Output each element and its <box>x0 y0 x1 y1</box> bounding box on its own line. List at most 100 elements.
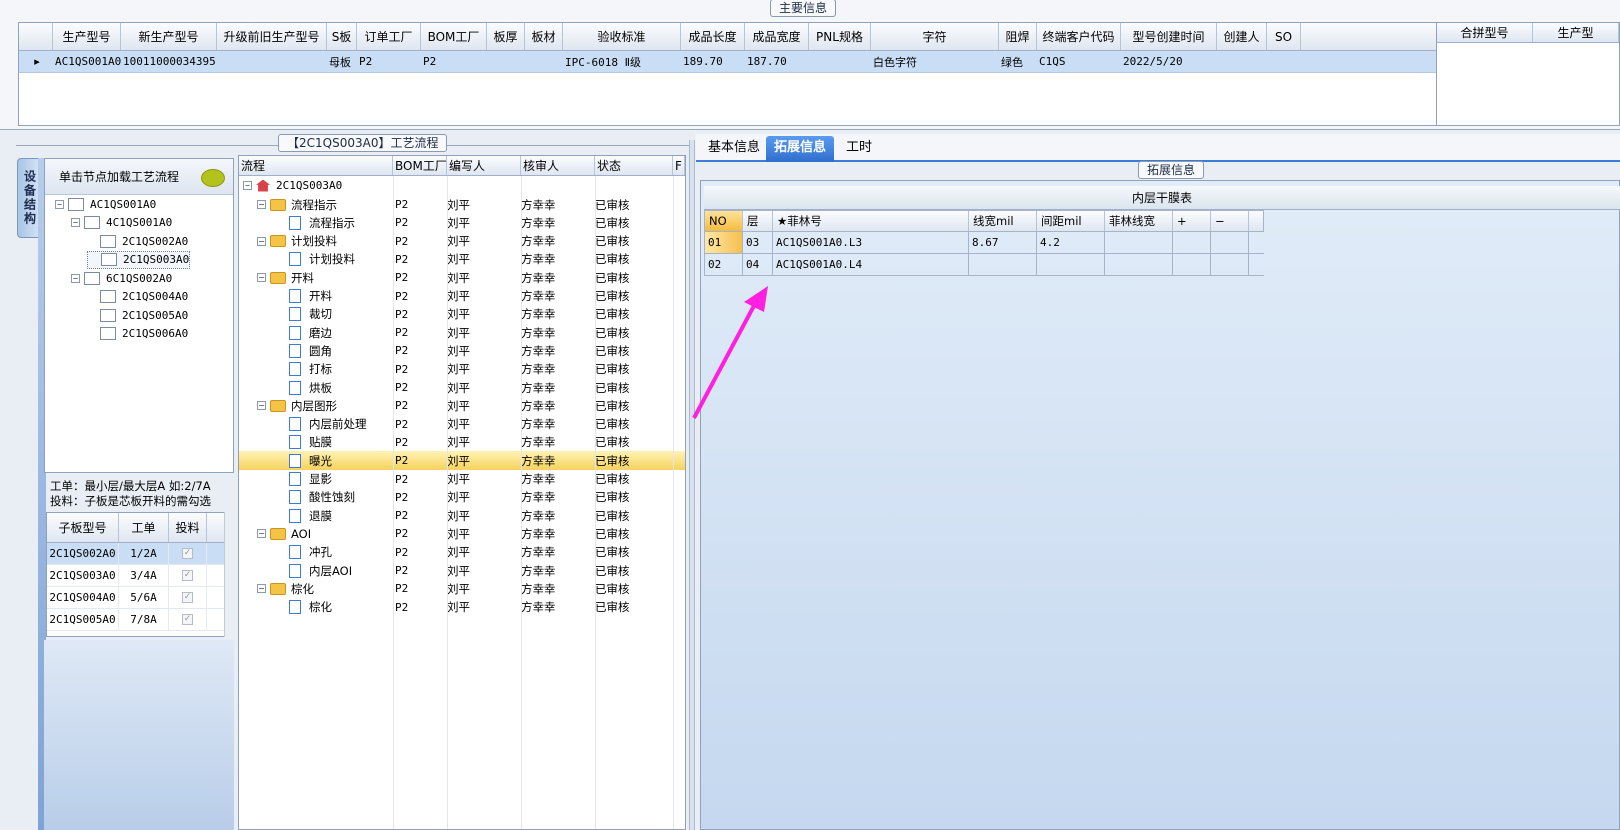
main-cell[interactable]: C1QS <box>1037 51 1121 72</box>
sub-cell[interactable]: 7/8A <box>119 609 169 630</box>
feed-checkbox[interactable]: ✓ <box>182 570 193 581</box>
main-col-header[interactable]: 升级前旧生产型号 <box>217 23 327 50</box>
flow-row[interactable]: 烘板 P2 刘平 方幸幸 已审核 <box>239 378 685 397</box>
main-col-header[interactable]: S板 <box>327 23 357 50</box>
main-cell[interactable]: 绿色 <box>999 51 1037 72</box>
flow-row[interactable]: 曝光 P2 刘平 方幸幸 已审核 <box>239 451 685 471</box>
vertical-splitter[interactable] <box>689 140 695 830</box>
flow-root-row[interactable]: − 2C1QS003A0 <box>239 176 685 195</box>
sub-col-header[interactable]: 工单 <box>119 513 169 542</box>
main-cell[interactable]: 189.70 <box>681 51 745 72</box>
collapse-icon[interactable]: − <box>71 273 80 283</box>
sub-cell[interactable]: 2C1QS003A0 <box>47 565 119 586</box>
merge-col-header[interactable]: 合拼型号 <box>1437 23 1533 42</box>
main-col-header[interactable]: 新生产型号 <box>121 23 217 50</box>
main-col-header[interactable]: 成品宽度 <box>745 23 809 50</box>
collapse-icon[interactable]: − <box>55 199 64 209</box>
sub-col-header[interactable]: 子板型号 <box>47 513 119 542</box>
film-col-header[interactable]: NO <box>705 211 743 231</box>
film-cell[interactable] <box>1173 232 1211 253</box>
flow-row[interactable]: − 计划投料 P2 刘平 方幸幸 已审核 <box>239 232 685 251</box>
film-cell[interactable] <box>1105 232 1173 253</box>
film-col-header[interactable]: 菲林线宽 <box>1105 211 1173 231</box>
sub-board-grid[interactable]: 子板型号 工单 投料 2C1QS002A0 1/2A ✓ 2C1QS003A0 3/4A… <box>46 512 232 637</box>
tab-basic-info[interactable]: 基本信息 <box>700 136 768 162</box>
main-col-header[interactable]: 验收标准 <box>563 23 681 50</box>
main-cell[interactable]: 母板 <box>327 51 357 72</box>
device-tree-node[interactable]: − 6C1QS002A0 <box>71 269 172 287</box>
collapse-icon[interactable]: − <box>257 273 266 283</box>
sub-cell[interactable]: 2C1QS002A0 <box>47 543 119 564</box>
flow-row[interactable]: 裁切 P2 刘平 方幸幸 已审核 <box>239 305 685 324</box>
film-grid-row[interactable]: 01 03 AC1QS001A0.L3 8.67 4.2 <box>704 232 1264 254</box>
film-cell[interactable] <box>1037 254 1105 275</box>
film-col-header[interactable]: − <box>1211 211 1249 231</box>
main-cell[interactable]: P2 <box>357 51 421 72</box>
film-col-header[interactable]: 层 <box>743 211 773 231</box>
flow-col-header[interactable]: 状态 <box>595 156 673 175</box>
flow-row[interactable]: 退膜 P2 刘平 方幸幸 已审核 <box>239 506 685 525</box>
film-cell[interactable]: 02 <box>705 254 743 275</box>
collapse-icon[interactable]: − <box>243 181 252 190</box>
sub-cell[interactable]: 1/2A <box>119 543 169 564</box>
main-info-grid[interactable]: 生产型号 新生产型号 升级前旧生产型号 S板 订单工厂 BOM工厂 板厚 板材 验收标准 成品长度… <box>18 22 1438 126</box>
main-col-header[interactable]: 字符 <box>871 23 999 50</box>
flow-row[interactable]: − AOI P2 刘平 方幸幸 已审核 <box>239 524 685 543</box>
tab-extended-info[interactable]: 拓展信息 <box>766 136 835 162</box>
device-tree-node[interactable]: 2C1QS003A0 <box>87 250 191 269</box>
main-cell[interactable]: AC1QS001A0 <box>53 51 121 72</box>
main-col-header[interactable]: 板材 <box>525 23 563 50</box>
flow-row[interactable]: − 开料 P2 刘平 方幸幸 已审核 <box>239 268 685 287</box>
film-cell[interactable] <box>969 254 1037 275</box>
film-col-header[interactable]: 线宽mil <box>969 211 1037 231</box>
flow-row[interactable]: − 棕化 P2 刘平 方幸幸 已审核 <box>239 579 685 598</box>
film-cell[interactable]: AC1QS001A0.L4 <box>773 254 969 275</box>
flow-row[interactable]: 棕化 P2 刘平 方幸幸 已审核 <box>239 598 685 617</box>
flow-row[interactable]: 内层AOI P2 刘平 方幸幸 已审核 <box>239 561 685 580</box>
film-cell[interactable] <box>1211 254 1249 275</box>
collapse-icon[interactable]: − <box>257 401 266 411</box>
main-grid-row[interactable]: ▸ AC1QS001A0 10011000034395 母板 P2 P2 IPC-6018 … <box>19 51 1437 73</box>
film-cell[interactable]: 04 <box>743 254 773 275</box>
feed-checkbox[interactable]: ✓ <box>182 592 193 603</box>
main-cell[interactable] <box>217 51 327 72</box>
sub-cell[interactable]: 5/6A <box>119 587 169 608</box>
sub-grid-row[interactable]: 2C1QS003A0 3/4A ✓ <box>47 565 231 587</box>
flow-col-header[interactable]: 编写人 <box>447 156 521 175</box>
main-col-header[interactable]: 订单工厂 <box>357 23 421 50</box>
flow-col-header[interactable]: 核审人 <box>521 156 595 175</box>
film-cell[interactable] <box>1105 254 1173 275</box>
flow-row[interactable]: 酸性蚀刻 P2 刘平 方幸幸 已审核 <box>239 488 685 507</box>
main-col-header[interactable]: 生产型号 <box>53 23 121 50</box>
film-cell[interactable]: 01 <box>705 232 743 253</box>
sub-cell[interactable]: 2C1QS004A0 <box>47 587 119 608</box>
main-cell[interactable]: 10011000034395 <box>121 51 217 72</box>
main-col-header[interactable]: SO <box>1267 23 1301 50</box>
main-col-header[interactable]: 阻焊 <box>999 23 1037 50</box>
merge-col-header[interactable]: 生产型 <box>1533 23 1619 42</box>
flow-row[interactable]: 开料 P2 刘平 方幸幸 已审核 <box>239 287 685 306</box>
main-col-header[interactable]: 型号创建时间 <box>1121 23 1217 50</box>
main-cell[interactable] <box>487 51 525 72</box>
sub-grid-row[interactable]: 2C1QS005A0 7/8A ✓ <box>47 609 231 631</box>
device-tree-node[interactable]: 2C1QS005A0 <box>87 306 188 324</box>
main-cell[interactable]: P2 <box>421 51 487 72</box>
main-cell[interactable] <box>1267 51 1301 72</box>
flow-row[interactable]: 磨边 P2 刘平 方幸幸 已审核 <box>239 323 685 342</box>
flow-row[interactable]: 计划投料 P2 刘平 方幸幸 已审核 <box>239 250 685 269</box>
main-cell[interactable]: 2022/5/20 <box>1121 51 1217 72</box>
sub-grid-row[interactable]: 2C1QS004A0 5/6A ✓ <box>47 587 231 609</box>
main-cell[interactable]: 187.70 <box>745 51 809 72</box>
film-cell[interactable]: 4.2 <box>1037 232 1105 253</box>
flow-row[interactable]: 打标 P2 刘平 方幸幸 已审核 <box>239 360 685 379</box>
main-col-header[interactable]: PNL规格 <box>809 23 871 50</box>
feed-checkbox[interactable]: ✓ <box>182 548 193 559</box>
film-cell[interactable] <box>1211 232 1249 253</box>
flow-col-header[interactable]: BOM工厂 <box>393 156 447 175</box>
collapse-icon[interactable]: − <box>257 529 266 539</box>
flow-row[interactable]: 显影 P2 刘平 方幸幸 已审核 <box>239 470 685 489</box>
device-tree-node[interactable]: 2C1QS006A0 <box>87 325 188 343</box>
sub-cell[interactable]: 2C1QS005A0 <box>47 609 119 630</box>
film-col-header[interactable]: + <box>1173 211 1211 231</box>
flow-row[interactable]: − 流程指示 P2 刘平 方幸幸 已审核 <box>239 195 685 214</box>
